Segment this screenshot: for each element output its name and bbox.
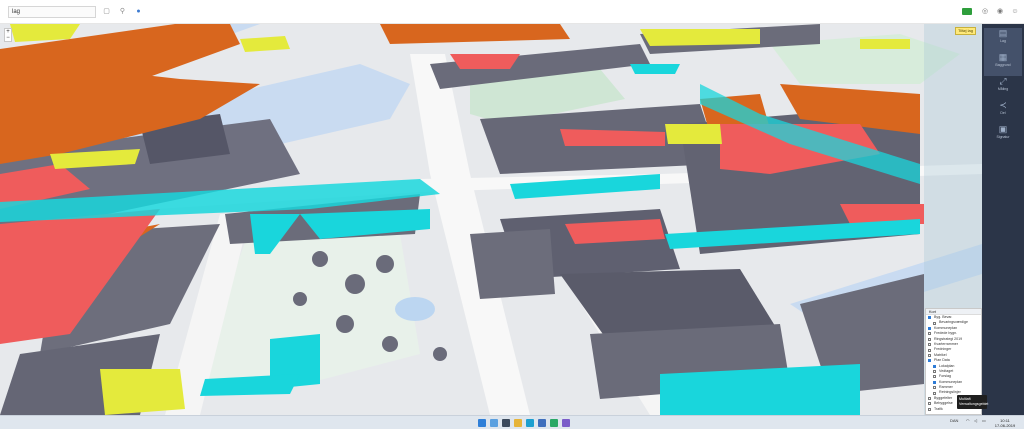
layer-checkbox[interactable] — [928, 343, 931, 347]
settings-icon[interactable]: ◎ — [980, 7, 990, 17]
layer-checkbox[interactable] — [933, 364, 936, 368]
globe-icon[interactable]: ● — [134, 7, 143, 16]
application-window: lag ▢ ⚲ ● ◎ ◉ ☺ + − Tilføj lag ▤ Lag ▦ B… — [0, 0, 1024, 429]
zoom-control[interactable]: + − — [4, 28, 12, 42]
park-lake — [395, 297, 435, 321]
app2-icon[interactable] — [562, 419, 570, 427]
park-building-6 — [382, 336, 398, 352]
zone-red-north — [450, 54, 520, 69]
layer-checkbox[interactable] — [933, 370, 936, 374]
rail-item-layers[interactable]: ▤ Lag — [984, 28, 1022, 52]
layer-label: Plan Data — [934, 358, 950, 363]
green-badge-icon[interactable] — [962, 8, 972, 15]
layer-checkbox[interactable] — [928, 353, 931, 357]
park-building-2 — [345, 274, 365, 294]
layer-checkbox[interactable] — [928, 348, 931, 352]
rail-item-background[interactable]: ▦ Baggrund — [984, 52, 1022, 76]
search-icon[interactable] — [490, 419, 498, 427]
map-graphic[interactable] — [0, 24, 982, 415]
layer-label: Retningslinjer — [939, 390, 961, 395]
pin-icon[interactable]: ⚲ — [118, 7, 127, 16]
info-icon[interactable]: ◉ — [995, 7, 1005, 17]
layer-checkbox[interactable] — [928, 397, 931, 401]
layer-checkbox[interactable] — [928, 332, 931, 336]
layer-label: Bebyggelse — [934, 401, 953, 406]
layer-checkbox[interactable] — [933, 391, 936, 395]
block-east-5 — [470, 229, 555, 299]
layer-label: Fredede bygn. — [934, 331, 958, 336]
map-canvas[interactable] — [0, 24, 982, 415]
layer-label: Vedtaget — [939, 368, 954, 373]
zoom-out-button[interactable]: − — [5, 35, 11, 41]
layer-label: Kommuneplan — [934, 325, 958, 330]
volume-icon[interactable]: ◁ — [974, 419, 977, 423]
language-indicator[interactable]: DAN — [950, 419, 958, 423]
layer-label: Byggefelter — [934, 395, 953, 400]
layer-label: Bevaringsværdige — [939, 320, 968, 325]
zone-yellow-far-east — [860, 39, 910, 49]
layer-checkbox[interactable] — [933, 380, 936, 384]
layer-label: Forslag — [939, 374, 951, 379]
layer-label: Kommuneplan — [939, 379, 963, 384]
rail-label: Lag — [1000, 39, 1006, 43]
store-icon[interactable] — [538, 419, 546, 427]
battery-icon[interactable]: ▭ — [982, 419, 986, 423]
layer-label: Lokalplan — [939, 363, 955, 368]
layer-checkbox[interactable] — [933, 386, 936, 390]
start-icon[interactable] — [478, 419, 486, 427]
rail-item-legend[interactable]: ▣ Signatur — [984, 124, 1022, 148]
grid-icon: ▦ — [998, 52, 1008, 62]
legend-icon: ▣ — [998, 124, 1008, 134]
wifi-icon[interactable]: ◠ — [966, 419, 970, 423]
layer-checkbox[interactable] — [928, 337, 931, 341]
layer-label: Rammer — [939, 385, 953, 390]
window-icon[interactable]: ▢ — [102, 7, 111, 16]
park-building-4 — [293, 292, 307, 306]
zone-yellow-south — [100, 369, 185, 415]
clock-date: 17-06-2019 — [994, 423, 1016, 428]
park-building-7 — [433, 347, 447, 361]
rail-label: Måling — [997, 87, 1009, 91]
edge-icon[interactable] — [526, 419, 534, 427]
rail-item-share[interactable]: ≺ Del — [984, 100, 1022, 124]
zone-cyan-north — [630, 64, 680, 74]
taskview-icon[interactable] — [502, 419, 510, 427]
measure-icon: ⤢ — [999, 76, 1007, 86]
add-layer-tag[interactable]: Tilføj lag — [955, 27, 976, 35]
zone-yellow-north-east — [640, 29, 760, 46]
park-building-1 — [312, 251, 328, 267]
rail-item-measure[interactable]: ⤢ Måling — [984, 76, 1022, 100]
share-icon: ≺ — [999, 100, 1007, 110]
layer-checkbox[interactable] — [933, 321, 936, 325]
layer-label: Trafik — [934, 406, 943, 411]
rail-label: Baggrund — [995, 63, 1011, 67]
layer-label: Byg. Bevar. — [934, 315, 953, 319]
rail-label: Signatur — [996, 135, 1010, 139]
top-toolbar: lag ▢ ⚲ ● ◎ ◉ ☺ — [0, 0, 1024, 24]
clock[interactable]: 10:11 17-06-2019 — [992, 418, 1018, 428]
layer-checkbox[interactable] — [928, 402, 931, 406]
park-building-3 — [376, 255, 394, 273]
layers-icon: ▤ — [998, 28, 1008, 38]
taskbar: DAN ◠ ◁ ▭ 10:11 17-06-2019 — [0, 415, 1024, 429]
tooltip: Multiaft Verwaltungsgebiet — [957, 395, 988, 409]
park-building-5 — [336, 315, 354, 333]
search-input[interactable]: lag — [8, 6, 96, 18]
rail-label: Del — [1000, 111, 1006, 115]
zone-red-center — [560, 129, 665, 146]
layer-label: Fredninger — [934, 347, 952, 352]
user-icon[interactable]: ☺ — [1010, 7, 1020, 17]
layer-checkbox[interactable] — [928, 407, 931, 411]
layer-label: Kvarterrammer — [934, 341, 958, 346]
layer-label: Ringstrategi 2019 — [934, 336, 963, 341]
layer-label: Matrikel — [934, 352, 947, 357]
explorer-icon[interactable] — [514, 419, 522, 427]
layer-checkbox[interactable] — [933, 375, 936, 379]
zone-yellow-east — [665, 124, 722, 144]
app-icon[interactable] — [550, 419, 558, 427]
right-rail: ▤ Lag ▦ Baggrund ⤢ Måling ≺ Del ▣ Signat… — [982, 24, 1024, 415]
layer-checkbox[interactable] — [928, 316, 931, 320]
layer-checkbox[interactable] — [928, 359, 931, 363]
layer-checkbox[interactable] — [928, 326, 931, 330]
